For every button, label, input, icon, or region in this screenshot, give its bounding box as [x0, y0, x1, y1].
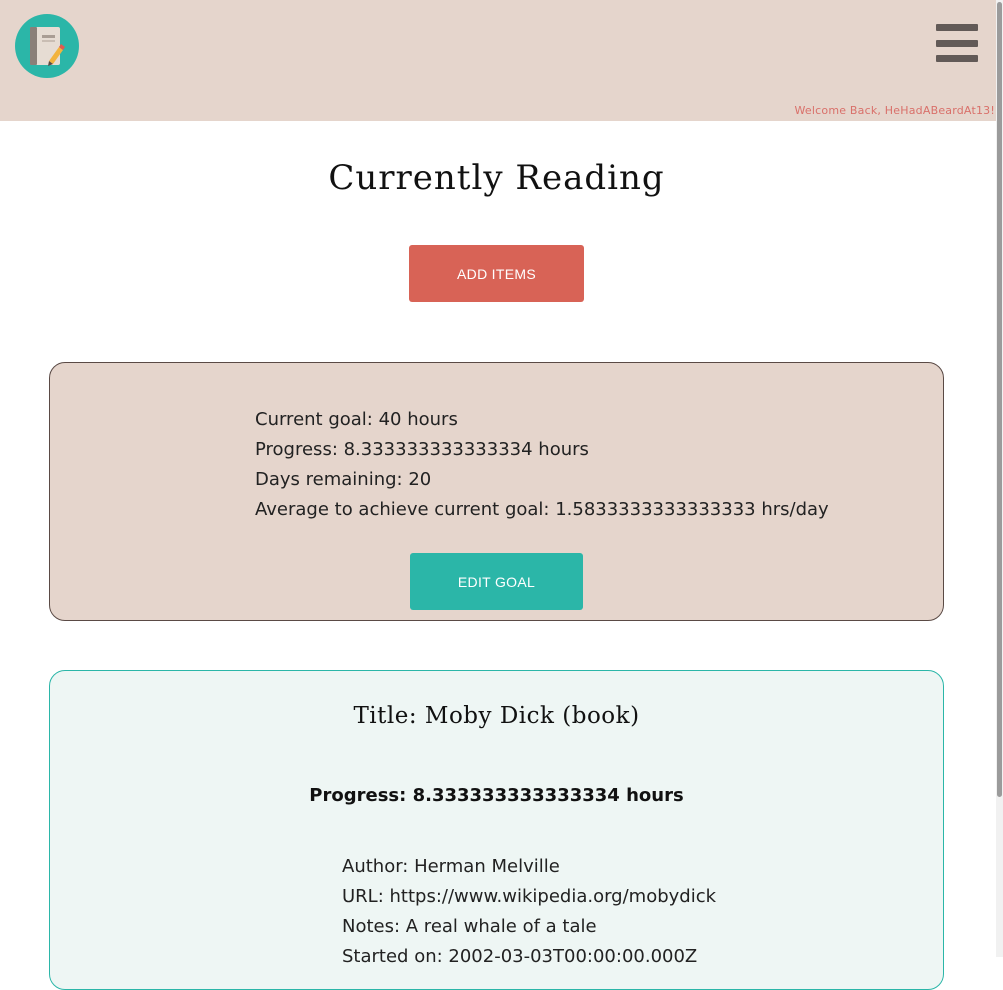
item-details: Author: Herman Melville URL: https://www… [342, 852, 902, 972]
average-text: Average to achieve current goal: 1.58333… [255, 499, 829, 520]
item-started-on: Started on: 2002-03-03T00:00:00.000Z [342, 946, 698, 967]
add-items-button[interactable]: ADD ITEMS [409, 245, 584, 302]
page-title: Currently Reading [328, 158, 665, 198]
menu-bar-bottom [936, 55, 978, 62]
hamburger-menu-icon[interactable] [933, 24, 981, 66]
goal-progress-text: Progress: 8.333333333333334 hours [255, 439, 589, 460]
item-url: URL: https://www.wikipedia.org/mobydick [342, 886, 717, 907]
goal-details: Current goal: 40 hours Progress: 8.33333… [255, 405, 895, 525]
edit-goal-button[interactable]: EDIT GOAL [410, 553, 583, 610]
item-progress: Progress: 8.333333333333334 hours [309, 785, 684, 806]
welcome-message: Welcome Back, HeHadABeardAt13! [794, 104, 995, 117]
notebook-pencil-icon[interactable] [15, 14, 79, 78]
menu-bar-middle [936, 40, 978, 47]
reading-item-card[interactable]: Title: Moby Dick (book) Progress: 8.3333… [49, 670, 944, 990]
page-scrollbar[interactable] [996, 0, 1003, 957]
menu-bar-top [936, 24, 978, 31]
goal-card: Current goal: 40 hours Progress: 8.33333… [49, 362, 944, 621]
item-title: Title: Moby Dick (book) [353, 703, 640, 729]
item-notes: Notes: A real whale of a tale [342, 916, 597, 937]
app-header: Welcome Back, HeHadABeardAt13! [0, 0, 1003, 121]
scrollbar-thumb[interactable] [997, 2, 1002, 797]
item-author: Author: Herman Melville [342, 856, 560, 877]
days-remaining-text: Days remaining: 20 [255, 469, 432, 490]
current-goal-text: Current goal: 40 hours [255, 409, 458, 430]
